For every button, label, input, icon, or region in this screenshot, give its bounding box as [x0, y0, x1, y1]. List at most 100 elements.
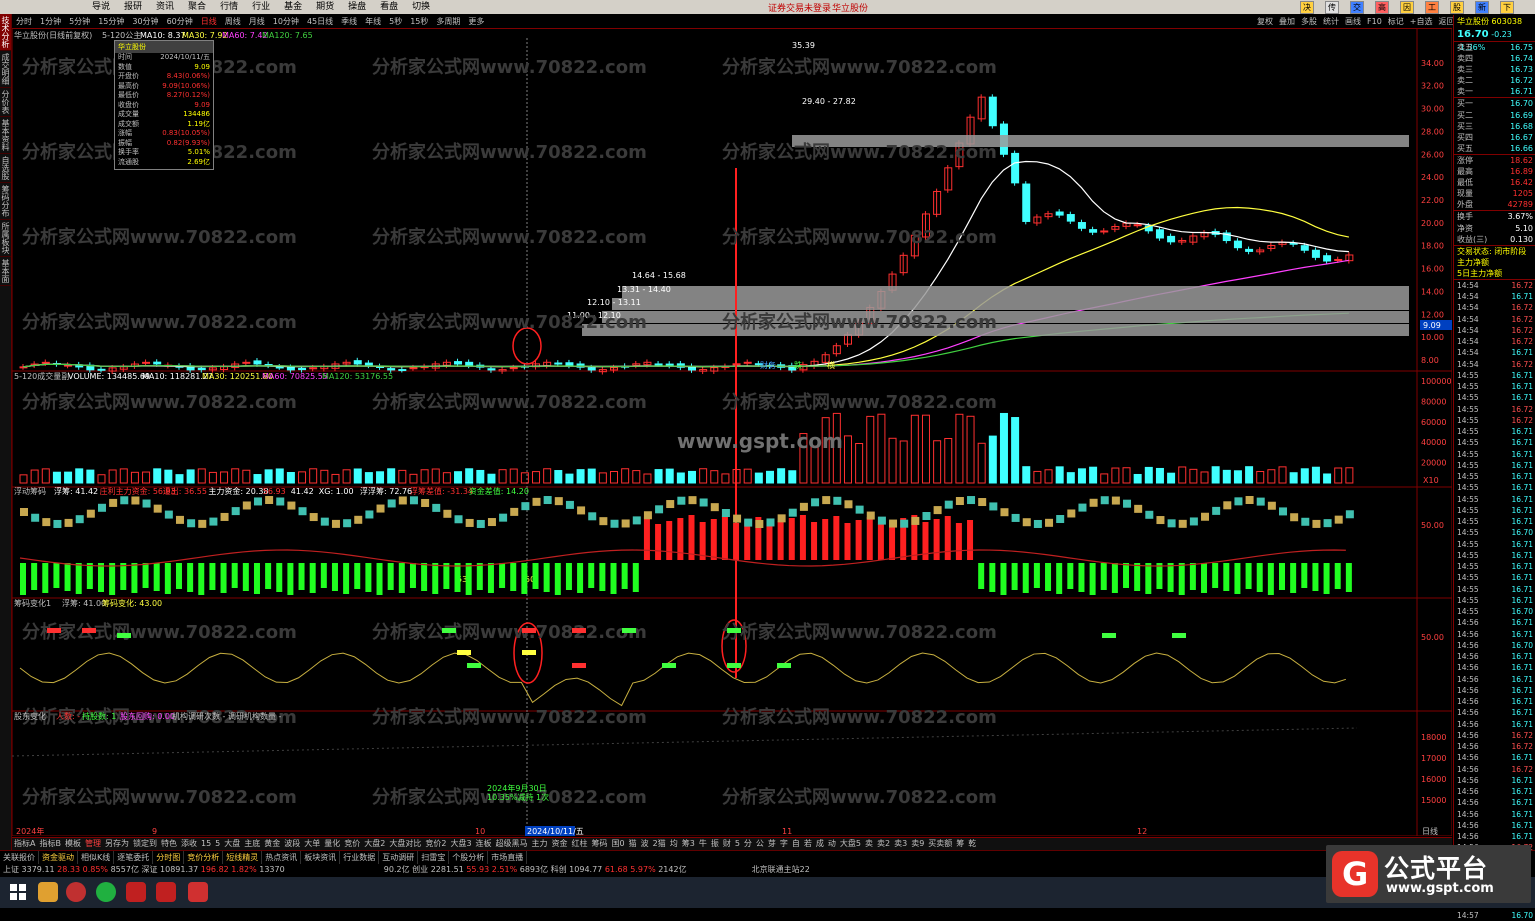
period-tab[interactable]: 分时 — [12, 15, 36, 28]
indicator-tab[interactable]: 乾 — [966, 838, 978, 850]
right-button[interactable]: 下页 — [1500, 1, 1514, 23]
indicator-tab[interactable]: 波段 — [282, 838, 302, 850]
indicator-tab[interactable]: 大盘5 — [838, 838, 863, 850]
chart-tool[interactable]: +自选 — [1407, 15, 1436, 28]
function-tab[interactable]: 关联报价 — [0, 851, 39, 864]
function-tab[interactable]: 板块资讯 — [301, 851, 341, 864]
indicator-tab[interactable]: 买卖额 — [926, 838, 954, 850]
indicator-tab[interactable]: 特色 — [159, 838, 179, 850]
cy-index[interactable]: 创业 2281.51 — [412, 865, 464, 874]
indicator-tab[interactable]: 指标B — [37, 838, 63, 850]
period-tab[interactable]: 1分钟 — [36, 15, 65, 28]
function-tab[interactable]: 互动调研 — [379, 851, 419, 864]
login-notice[interactable]: 证券交易未登录 — [768, 1, 831, 14]
period-tab[interactable]: 10分钟 — [269, 15, 303, 28]
period-tab[interactable]: 多周期 — [432, 15, 464, 28]
indicator-tab[interactable]: 连板 — [474, 838, 494, 850]
function-tab[interactable]: 扫雷宝 — [418, 851, 450, 864]
period-tab[interactable]: 年线 — [361, 15, 385, 28]
function-tab[interactable]: 个股分析 — [449, 851, 489, 864]
indicator-tab[interactable]: 动 — [826, 838, 838, 850]
indicator-tab[interactable]: 黄金 — [262, 838, 282, 850]
chart-tool[interactable]: 复权 — [1254, 15, 1276, 28]
vtab[interactable]: 基本面 — [0, 257, 11, 286]
indicator-tab[interactable]: 卖2 — [875, 838, 892, 850]
period-tab[interactable]: 5分钟 — [65, 15, 94, 28]
indicator-tab[interactable]: 公 — [754, 838, 766, 850]
menu-item[interactable]: 看盘 — [373, 0, 405, 14]
indicator-tab[interactable]: 添收 — [179, 838, 199, 850]
right-button[interactable]: 股池 — [1450, 1, 1464, 23]
right-button[interactable]: 工具 — [1425, 1, 1439, 23]
indicator-tab[interactable]: 均 — [668, 838, 680, 850]
indicator-tab[interactable]: 大单 — [302, 838, 322, 850]
sh-index[interactable]: 上证 3379.11 — [0, 865, 55, 874]
indicator-tab[interactable]: 主力 — [530, 838, 550, 850]
indicator-tab[interactable]: 筹 — [954, 838, 966, 850]
function-tab[interactable]: 行业数据 — [340, 851, 380, 864]
menu-item[interactable]: 基金 — [277, 0, 309, 14]
right-button[interactable]: 决策 — [1300, 1, 1314, 23]
indicator-tab[interactable]: 大盘 — [222, 838, 242, 850]
wps-icon[interactable] — [188, 882, 208, 902]
chart-tool[interactable]: 叠加 — [1276, 15, 1298, 28]
function-tab[interactable]: 相似K线 — [78, 851, 115, 864]
period-tab[interactable]: 60分钟 — [163, 15, 197, 28]
chart-tool[interactable]: 统计 — [1320, 15, 1342, 28]
menu-item[interactable]: 行情 — [213, 0, 245, 14]
indicator-tab[interactable]: 筹3 — [680, 838, 697, 850]
function-tab[interactable]: 竞价分析 — [184, 851, 224, 864]
function-tab[interactable]: 资金驱动 — [39, 851, 78, 864]
indicator-tab[interactable]: 大盘对比 — [387, 838, 423, 850]
indicator-tab[interactable]: 成 — [814, 838, 826, 850]
sz-index[interactable]: 深证 10891.37 — [141, 865, 198, 874]
menu-item[interactable]: 报研 — [117, 0, 149, 14]
function-tab[interactable]: 逐笔委托 — [114, 851, 154, 864]
vtab[interactable]: 自选股 — [0, 154, 11, 183]
menu-item[interactable]: 资讯 — [149, 0, 181, 14]
indicator-tab[interactable]: 模板 — [63, 838, 83, 850]
indicator-tab[interactable]: 大盘2 — [362, 838, 387, 850]
wechat-icon[interactable] — [96, 882, 116, 902]
indicator-tab[interactable]: 振 — [709, 838, 721, 850]
period-tab[interactable]: 日线 — [197, 15, 221, 28]
stock-app-icon-1[interactable] — [126, 882, 146, 902]
right-button[interactable]: 因子 — [1400, 1, 1414, 23]
indicator-tab[interactable]: 若 — [802, 838, 814, 850]
indicator-tab[interactable]: 管理 — [83, 838, 103, 850]
indicator-tab[interactable]: 卖3 — [892, 838, 909, 850]
right-button[interactable]: 新面 — [1475, 1, 1489, 23]
stock-chart[interactable]: 29.40 - 27.82 14.64 - 15.68 13.31 - 14.40 1… — [12, 28, 1452, 836]
chart-tool[interactable]: 画线 — [1342, 15, 1364, 28]
windows-start-icon[interactable] — [8, 882, 28, 902]
indicator-tab[interactable]: 财 — [721, 838, 733, 850]
indicator-tab[interactable]: 竞价2 — [423, 838, 448, 850]
function-tab[interactable]: 热点资讯 — [262, 851, 302, 864]
indicator-tab[interactable]: 猫 — [627, 838, 639, 850]
function-tab[interactable]: 市场直播 — [488, 851, 528, 864]
indicator-tab[interactable]: 卖9 — [909, 838, 926, 850]
indicator-tab[interactable]: 5 — [213, 838, 222, 850]
vtab[interactable]: 分价表 — [0, 88, 11, 117]
function-tab[interactable]: 分时图 — [153, 851, 185, 864]
indicator-tab[interactable]: 筹码 — [590, 838, 610, 850]
file-explorer-icon[interactable] — [38, 882, 58, 902]
indicator-tab[interactable]: 卖 — [863, 838, 875, 850]
right-button[interactable]: 交易 — [1350, 1, 1364, 23]
menu-item[interactable]: 聚合 — [181, 0, 213, 14]
indicator-tab[interactable]: 主底 — [242, 838, 262, 850]
chart-tool[interactable]: 标记 — [1385, 15, 1407, 28]
chart-tool[interactable]: F10 — [1364, 15, 1385, 28]
menu-item[interactable]: 操盘 — [341, 0, 373, 14]
vtab[interactable]: 基本资料 — [0, 117, 11, 154]
period-tab[interactable]: 5秒 — [385, 15, 406, 28]
right-button[interactable]: 传统 — [1325, 1, 1339, 23]
indicator-tab[interactable]: 5 — [733, 838, 742, 850]
period-tab[interactable]: 更多 — [464, 15, 488, 28]
indicator-tab[interactable]: 芽 — [766, 838, 778, 850]
indicator-tab[interactable]: 另存为 — [103, 838, 131, 850]
right-button[interactable]: 高点 — [1375, 1, 1389, 23]
period-tab[interactable]: 30分钟 — [128, 15, 162, 28]
period-tab[interactable]: 周线 — [221, 15, 245, 28]
indicator-tab[interactable]: 大盘3 — [448, 838, 473, 850]
